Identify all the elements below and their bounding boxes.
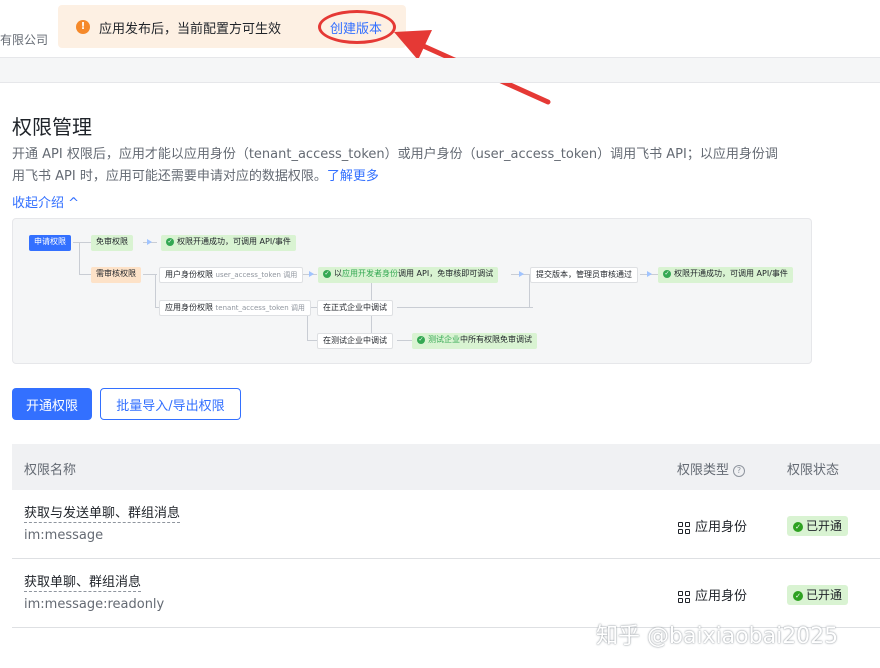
flow-node-no-review: 免审权限 [91,235,133,251]
flow-connector [73,242,91,243]
check-icon: ✓ [793,521,803,532]
app-grid-icon [678,590,690,603]
column-header-status: 权限状态 [787,463,840,478]
app-grid-icon [678,521,690,534]
permission-type: 应用身份 [678,516,747,535]
enable-permission-button[interactable]: 开通权限 [12,388,92,420]
company-name: 有限公司 [0,33,49,47]
flow-node-user-perm: 用户身份权限 user_access_token 调用 [159,267,304,283]
learn-more-link[interactable]: 了解更多 [327,169,379,184]
permission-type: 应用身份 [678,585,747,604]
flow-node-apply: 申请权限 [29,235,71,251]
check-icon: ✓ [663,269,671,278]
help-icon[interactable]: ? [733,464,746,477]
flow-connector [155,274,156,307]
permission-code: im:message [24,528,104,543]
flow-arrow [147,239,152,245]
permission-code: im:message:readonly [24,597,165,612]
column-header-name: 权限名称 [24,463,77,478]
top-bar: 有限公司 ! 应用发布后，当前配置方可生效 创建版本 [0,0,880,105]
permission-flow-diagram: 申请权限 免审权限 ✓ 权限开通成功，可调用 API/事件 需审核权限 用户身份权… [12,218,812,364]
table-row[interactable]: 获取与发送单聊、群组消息 im:message 应用身份 ✓ 已开通 [12,490,880,559]
status-badge: ✓ 已开通 [787,516,849,536]
permission-description: 开通 API 权限后，应用才能以应用身份（tenant_access_token… [12,147,778,184]
flow-arrow [519,271,524,277]
warning-icon: ! [76,20,90,34]
flow-node-submit: 提交版本，管理员审核通过 [530,267,638,283]
permission-name[interactable]: 获取与发送单聊、群组消息 [24,505,181,523]
collapse-intro-toggle[interactable]: 收起介绍 ^ [12,192,79,211]
flow-node-app-perm: 应用身份权限 tenant_access_token 调用 [159,300,311,316]
flow-connector [307,340,317,341]
check-icon: ✓ [323,269,331,278]
column-header-type: 权限类型? [677,459,746,478]
flow-node-test-debug: 在测试企业中调试 [317,333,393,349]
flow-arrow [647,271,652,277]
sub-header-strip [0,58,880,83]
status-badge: ✓ 已开通 [787,585,849,605]
check-icon: ✓ [166,237,174,246]
flow-node-success: ✓ 权限开通成功，可调用 API/事件 [161,235,296,251]
flow-connector [79,274,91,275]
check-icon: ✓ [793,590,803,601]
flow-node-success: ✓ 权限开通成功，可调用 API/事件 [658,267,793,283]
flow-connector [79,242,80,275]
page-title: 权限管理 [12,115,92,139]
flow-connector [397,307,533,308]
notice-text: 应用发布后，当前配置方可生效 [99,22,282,37]
bulk-import-export-button[interactable]: 批量导入/导出权限 [100,388,241,420]
table-header: 权限名称 权限类型? 权限状态 [12,444,880,490]
flow-node-prod-debug: 在正式企业中调试 [317,300,393,316]
check-icon: ✓ [417,335,425,344]
flow-node-dev-debug: ✓ 以应用开发者身份调用 API，免审核即可调试 [318,267,499,283]
watermark: 知乎 @baixiaobai2025 [596,624,839,649]
flow-connector [397,340,413,341]
flow-node-need-review: 需审核权限 [91,267,141,283]
flow-arrow [309,271,314,277]
permission-name[interactable]: 获取单聊、群组消息 [24,574,142,592]
flow-node-test-free: ✓ 测试企业中所有权限免审调试 [412,333,537,349]
